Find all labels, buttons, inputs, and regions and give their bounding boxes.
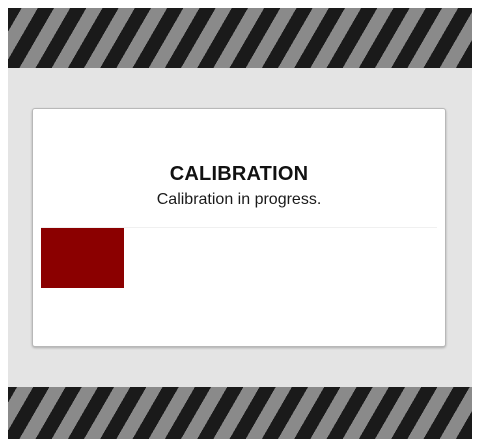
hazard-stripe-bottom — [8, 387, 472, 439]
dialog-title: CALIBRATION — [169, 163, 309, 185]
progress-track — [41, 227, 437, 290]
calibration-panel: CALIBRATION Calibration in progress. — [8, 68, 472, 387]
progress-bar-fill — [41, 228, 125, 288]
hazard-stripe-top — [8, 8, 472, 68]
calibration-dialog: CALIBRATION Calibration in progress. — [32, 108, 446, 347]
status-message: Calibration in progress. — [156, 191, 322, 208]
